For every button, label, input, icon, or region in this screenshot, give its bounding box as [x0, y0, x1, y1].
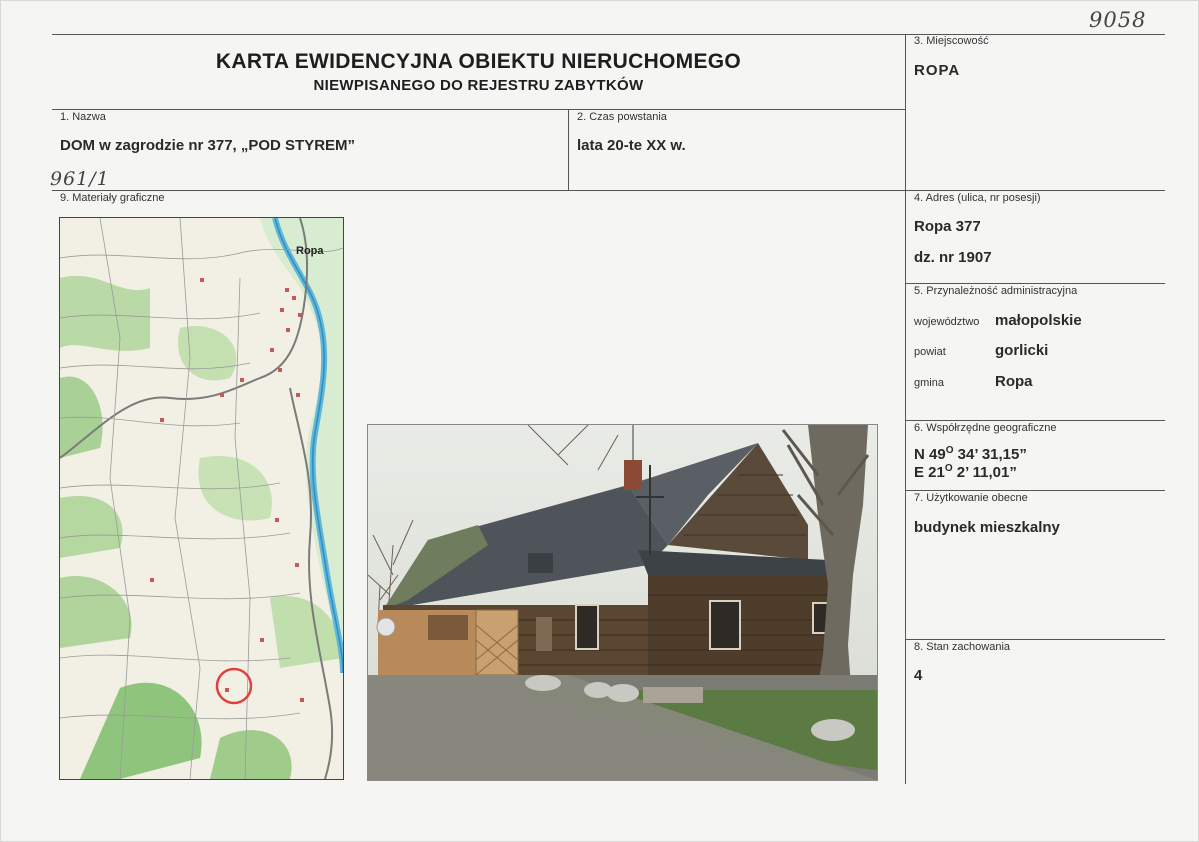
field-geo-label: 6. Współrzędne geograficzne [914, 422, 1057, 434]
wojewodztwo-value: małopolskie [995, 312, 1082, 329]
rule-right-column [905, 34, 906, 784]
field-nazwa-value: DOM w zagrodzie nr 377, „POD STYREM” [60, 137, 356, 154]
field-stan-label: 8. Stan zachowania [914, 641, 1011, 653]
wojewodztwo-label: województwo [914, 316, 980, 328]
powiat-label: powiat [914, 346, 946, 358]
rule-address-bottom [905, 283, 1165, 284]
field-nazwa-label: 1. Nazwa [60, 111, 106, 123]
field-adres-label: 4. Adres (ulica, nr posesji) [914, 192, 1041, 204]
field-stan-value: 4 [914, 667, 923, 684]
field-adres-line1: Ropa 377 [914, 218, 981, 235]
rule-top [52, 34, 1165, 35]
field-miejscowosc-value: ROPA [914, 62, 961, 79]
field-materialy-label: 9. Materiały graficzne [60, 192, 165, 204]
field-czas-label: 2. Czas powstania [577, 111, 667, 123]
gmina-label: gmina [914, 377, 944, 389]
rule-usage-bottom [905, 639, 1165, 640]
page-subtitle: NIEWPISANEGO DO REJESTRU ZABYTKÓW [313, 77, 644, 94]
map-place-label: Ropa [296, 245, 324, 257]
rule-row1-bottom [52, 190, 1165, 191]
gmina-value: Ropa [995, 373, 1033, 390]
house-photo [367, 424, 878, 781]
rule-admin-bottom [905, 420, 1165, 421]
field-admin-label: 5. Przynależność administracyjna [914, 285, 1078, 297]
field-miejscowosc-label: 3. Miejscowość [914, 35, 989, 47]
page-title: KARTA EWIDENCYJNA OBIEKTU NIERUCHOMEGO [215, 50, 742, 73]
topographic-map: Ropa [59, 217, 344, 780]
powiat-value: gorlicki [995, 342, 1049, 359]
field-adres-line2: dz. nr 1907 [914, 249, 992, 266]
handwritten-number-top: 9058 [1089, 8, 1147, 32]
geo-north: N 49O 34’ 31,15” [914, 445, 1027, 463]
rule-row1-split [568, 109, 569, 190]
handwritten-number-side: 961/1 [50, 168, 110, 190]
rule-geo-bottom [905, 490, 1165, 491]
field-uzytkowanie-label: 7. Użytkowanie obecne [914, 492, 1028, 504]
geo-east: E 21O 2’ 11,01” [914, 463, 1017, 481]
field-uzytkowanie-value: budynek mieszkalny [914, 519, 1060, 536]
rule-header-bottom [52, 109, 905, 110]
field-czas-value: lata 20-te XX w. [577, 137, 686, 154]
